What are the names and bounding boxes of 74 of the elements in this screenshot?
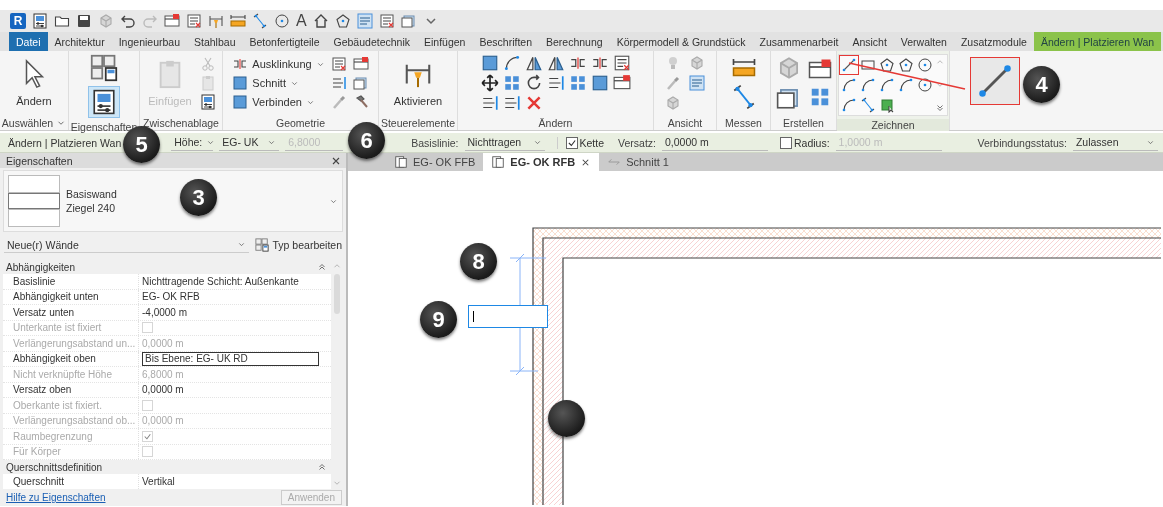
view-tab[interactable]: Schnitt 1 xyxy=(599,153,677,171)
property-name: Oberkante ist fixiert. xyxy=(3,398,139,413)
ribbon-tab[interactable]: Ansicht xyxy=(845,32,894,51)
ribbon-tab[interactable]: Einfügen xyxy=(417,32,473,51)
ribbon-tab[interactable]: Körpermodell & Grundstück xyxy=(609,32,753,51)
input-field[interactable]: Bis Ebene: EG- UK RD xyxy=(142,351,319,366)
property-name: Verlängerungsabstand ob... xyxy=(3,413,139,428)
property-name: Versatz unten xyxy=(3,305,139,320)
panel-title: Geometrie xyxy=(276,116,325,129)
view-tab[interactable]: EG- OK FFB xyxy=(388,153,484,171)
property-value: Nichttragende Schicht: Außenkante xyxy=(142,275,299,287)
dropdown[interactable]: Zulassen xyxy=(1072,134,1158,151)
edit-type-button[interactable]: Typ bearbeiten xyxy=(254,238,342,252)
ribbon-tab[interactable]: Berechnung xyxy=(539,32,610,51)
dropdown[interactable]: Höhe: xyxy=(171,134,214,151)
activate-button[interactable]: Aktivieren xyxy=(391,57,445,109)
property-name: Versatz oben xyxy=(3,382,139,397)
property-name: Basislinie xyxy=(3,274,139,289)
property-name: Abhängigkeit oben xyxy=(3,351,139,366)
help-link[interactable]: Hilfe zu Eigenschaften xyxy=(6,492,106,503)
app-logo[interactable]: R xyxy=(10,13,26,29)
property-value: EG- OK RFB xyxy=(142,291,200,303)
panel-title: Messen xyxy=(725,116,762,129)
ribbon-tab[interactable]: Stahlbau xyxy=(187,32,243,51)
ribbon-tab[interactable]: Verwalten xyxy=(893,32,954,51)
property-name: Für Körper xyxy=(3,444,139,459)
panel-title: Auswählen xyxy=(1,116,54,129)
property-name: Querschnitt xyxy=(3,474,139,489)
panel-title: Eigenschaften xyxy=(6,154,73,167)
dropdown[interactable]: EG- UK xyxy=(219,134,280,151)
panel-title: Ändern xyxy=(538,116,573,129)
panel-title: Ansicht xyxy=(667,116,703,129)
text-tool[interactable]: A xyxy=(296,12,307,30)
tool-button[interactable]: Schnitt xyxy=(232,75,325,91)
property-value: 0,0000 m xyxy=(142,337,184,349)
property-name: Unterkante ist fixiert xyxy=(3,320,139,335)
checkbox[interactable]: Kette xyxy=(556,136,605,149)
group-header: Abhängigkeiten xyxy=(6,261,75,273)
panel-title: Zeichnen xyxy=(871,119,915,131)
field-label: Verbindungsstatus: xyxy=(977,136,1067,149)
property-name: Verlängerungsabstand un... xyxy=(3,336,139,351)
modify-button[interactable]: Ändern xyxy=(14,57,54,109)
property-value: -4,0000 m xyxy=(142,306,188,318)
tool-button[interactable]: Verbinden xyxy=(232,94,325,110)
type-family: Basiswand xyxy=(66,188,117,200)
property-value: 6,8000 m xyxy=(142,368,184,380)
panel-title: Zwischenablage xyxy=(143,116,219,129)
property-name: Raumbegrenzung xyxy=(3,429,139,444)
property-value: 0,0000 m xyxy=(142,384,184,396)
context-label: Ändern | Platzieren Wan xyxy=(8,136,122,149)
ribbon-tab[interactable]: Gebäudetechnik xyxy=(326,32,417,51)
panel-title: Erstellen xyxy=(783,116,824,129)
tool-button[interactable]: Ausklinkung xyxy=(232,56,325,72)
ribbon-tab[interactable]: Zusatzmodule xyxy=(953,32,1034,51)
checkbox[interactable]: Radius: xyxy=(780,136,830,149)
field-label: Versatz: xyxy=(618,136,656,149)
property-name: Nicht verknüpfte Höhe xyxy=(3,367,139,382)
dropdown[interactable]: Nichttragen xyxy=(464,134,545,151)
group-header: Querschnittsdefinition xyxy=(6,461,103,473)
ribbon-tab[interactable]: Ändern | Platzieren Wan xyxy=(1033,32,1162,51)
property-value: Vertikal xyxy=(142,475,175,487)
ribbon-tab[interactable]: Ingenieurbau xyxy=(111,32,187,51)
input-field[interactable]: 0,0000 m xyxy=(662,134,768,151)
view-tab[interactable]: EG- OK RFB xyxy=(483,153,600,171)
field-label: Basislinie: xyxy=(411,136,459,149)
ribbon-tab[interactable]: Betonfertigteile xyxy=(242,32,327,51)
ribbon-tab[interactable]: Zusammenarbeit xyxy=(752,32,846,51)
type-name: Ziegel 240 xyxy=(66,202,116,214)
property-name: Abhängigkeit unten xyxy=(3,289,139,304)
ribbon-tab[interactable]: Beschriften xyxy=(472,32,539,51)
property-value: 0,0000 m xyxy=(142,415,184,427)
instance-dropdown[interactable]: Neue(r) Wände xyxy=(4,237,249,253)
ribbon-tab[interactable]: Datei xyxy=(9,32,48,51)
ribbon-tab[interactable]: Architektur xyxy=(47,32,112,51)
